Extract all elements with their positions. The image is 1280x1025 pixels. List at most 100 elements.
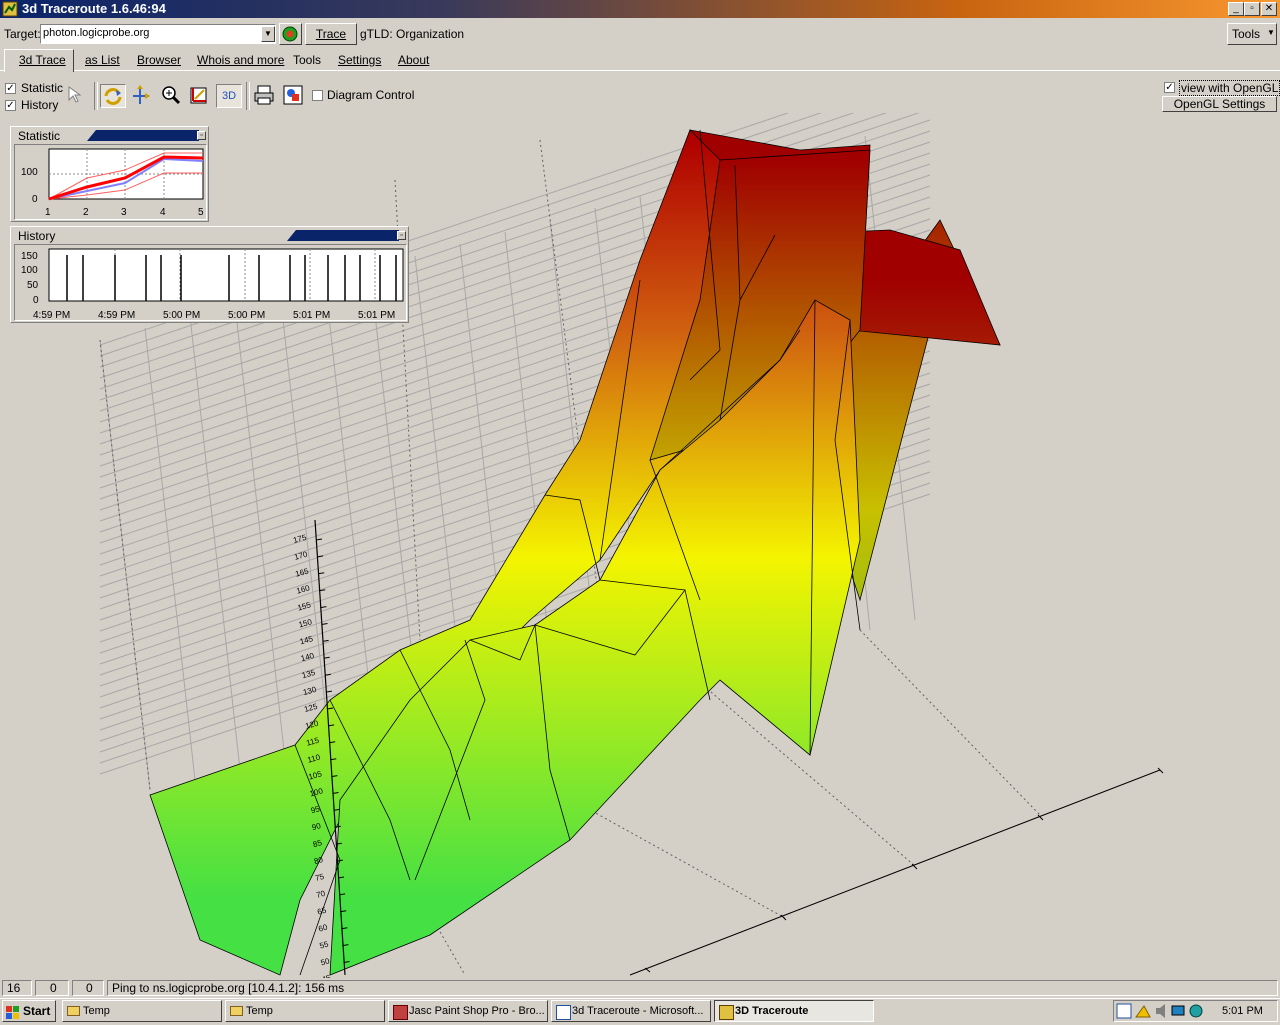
document-icon	[556, 1005, 571, 1020]
y-axis-label: 170	[293, 550, 309, 562]
svg-text:2: 2	[83, 207, 89, 218]
y-axis-label: 175	[292, 533, 308, 545]
svg-text:3: 3	[121, 207, 127, 218]
clock: 5:01 PM	[1222, 1005, 1263, 1017]
svg-text:0: 0	[33, 295, 39, 306]
y-axis-label: 75	[314, 872, 325, 883]
tab-about[interactable]: About	[396, 50, 431, 70]
y-axis-label: 60	[317, 922, 328, 933]
panel-caption-bar	[287, 230, 399, 241]
tab-whois[interactable]: Whois and more	[195, 50, 286, 70]
svg-text:5:00 PM: 5:00 PM	[228, 310, 265, 320]
tools-menu-button[interactable]: Tools ▼	[1227, 23, 1277, 45]
history-checkbox[interactable]: ✓	[5, 100, 16, 111]
paintshop-icon	[393, 1005, 408, 1020]
statistic-label: Statistic	[21, 81, 64, 95]
opengl-checkbox[interactable]: ✓	[1164, 82, 1175, 93]
volume-icon	[1156, 1004, 1165, 1018]
taskbar-item-temp-1[interactable]: Temp	[62, 1000, 222, 1022]
statistic-panel-title: Statistic	[18, 129, 61, 143]
go-button[interactable]	[279, 23, 302, 45]
svg-text:5:01 PM: 5:01 PM	[358, 310, 395, 320]
svg-text:0: 0	[32, 194, 38, 205]
statistic-panel[interactable]: Statistic ▫ 100 0 1 2 3 4 5	[10, 126, 209, 222]
y-axis-label: 50	[320, 956, 331, 967]
statistic-checkbox[interactable]: ✓	[5, 83, 16, 94]
tab-browser[interactable]: Browser	[135, 50, 183, 70]
y-axis-label: 135	[301, 668, 317, 680]
diagram-control-checkbox[interactable]	[312, 90, 323, 101]
window-title: 3d Traceroute 1.6.46:94	[22, 1, 166, 16]
view-3d-button[interactable]: 3D	[216, 84, 242, 108]
axis-tool-icon[interactable]	[187, 84, 211, 109]
app-icon	[2, 1, 18, 17]
pointer-icon[interactable]	[66, 84, 88, 107]
dropdown-arrow-icon: ▼	[1267, 28, 1275, 37]
svg-text:150: 150	[21, 251, 38, 262]
x-axis	[629, 769, 1161, 976]
taskbar-item-paintshop[interactable]: Jasc Paint Shop Pro - Bro...	[388, 1000, 548, 1022]
panel-caption-bar	[87, 130, 199, 141]
svg-text:4: 4	[160, 207, 166, 218]
history-panel-title: History	[18, 229, 56, 243]
title-bar: 3d Traceroute 1.6.46:94 _ ▫ ✕	[0, 0, 1280, 18]
history-panel[interactable]: History ▫ 150 100 50 0 4:59 PM 4:59 PM 5…	[10, 226, 409, 323]
vc-icon	[1116, 1003, 1132, 1019]
panel-minimize-button[interactable]: ▫	[397, 231, 406, 240]
svg-text:4:59 PM: 4:59 PM	[98, 310, 135, 320]
start-button[interactable]: Start	[2, 1000, 56, 1022]
tray-app-icon	[1135, 1005, 1151, 1018]
target-combobox[interactable]: photon.logicprobe.org ▼	[40, 24, 276, 44]
tab-3d-trace[interactable]: 3d Trace	[17, 50, 68, 70]
svg-text:5:01 PM: 5:01 PM	[293, 310, 330, 320]
y-axis-label: 55	[319, 939, 330, 950]
move-tool-icon[interactable]	[129, 84, 153, 109]
y-axis-label: 155	[297, 600, 313, 612]
windows-logo-icon	[6, 1005, 20, 1019]
status-count-2: 0	[35, 980, 69, 996]
target-input[interactable]: photon.logicprobe.org	[43, 27, 149, 39]
folder-icon	[230, 1006, 243, 1016]
status-count-3: 0	[72, 980, 104, 996]
tab-as-list[interactable]: as List	[83, 50, 122, 70]
taskbar-item-traceroute-doc[interactable]: 3d Traceroute - Microsoft...	[551, 1000, 711, 1022]
diagram-control-label: Diagram Control	[327, 88, 415, 102]
svg-text:5:00 PM: 5:00 PM	[163, 310, 200, 320]
y-axis-label: 80	[313, 855, 324, 866]
status-count-1: 16	[2, 980, 32, 996]
y-axis-label: 165	[294, 566, 310, 578]
svg-text:5: 5	[198, 207, 204, 218]
print-icon[interactable]	[252, 84, 276, 109]
status-message: Ping to ns.logicprobe.org [10.4.1.2]: 15…	[107, 980, 1278, 996]
y-axis-label: 140	[300, 651, 316, 663]
gtld-text: gTLD: Organization	[360, 27, 465, 41]
close-button[interactable]: ✕	[1261, 2, 1277, 16]
trace-button[interactable]: Trace	[305, 23, 357, 45]
folder-icon	[67, 1006, 80, 1016]
maximize-button[interactable]: ▫	[1244, 2, 1260, 16]
statistic-chart: 100 0 1 2 3 4 5	[21, 148, 204, 218]
dropdown-arrow-icon[interactable]: ▼	[261, 26, 275, 42]
y-axis-label: 65	[316, 906, 327, 917]
taskbar-item-temp-2[interactable]: Temp	[225, 1000, 385, 1022]
taskbar-item-3d-traceroute[interactable]: 3D Traceroute	[714, 1000, 874, 1022]
opengl-label: view with OpenGL	[1179, 80, 1280, 96]
tab-tools[interactable]: Tools	[291, 50, 323, 70]
y-axis-label: 70	[315, 889, 326, 900]
system-tray: 5:01 PM	[1113, 1000, 1278, 1022]
panel-minimize-button[interactable]: ▫	[197, 131, 206, 140]
history-label: History	[21, 98, 59, 112]
minimize-button[interactable]: _	[1228, 2, 1244, 16]
export-image-icon[interactable]	[281, 84, 305, 109]
target-label: Target:	[4, 27, 41, 41]
svg-text:50: 50	[27, 280, 39, 291]
y-axis-label: 130	[302, 685, 318, 697]
tray-status-icon	[1189, 1004, 1203, 1018]
network-icon	[1171, 1005, 1185, 1016]
opengl-settings-button[interactable]: OpenGL Settings	[1162, 96, 1277, 112]
rotate-tool-button[interactable]	[100, 84, 126, 108]
y-axis-label: 125	[303, 702, 319, 714]
tab-settings[interactable]: Settings	[336, 50, 383, 70]
zoom-icon[interactable]	[159, 84, 183, 109]
svg-text:100: 100	[21, 265, 38, 276]
